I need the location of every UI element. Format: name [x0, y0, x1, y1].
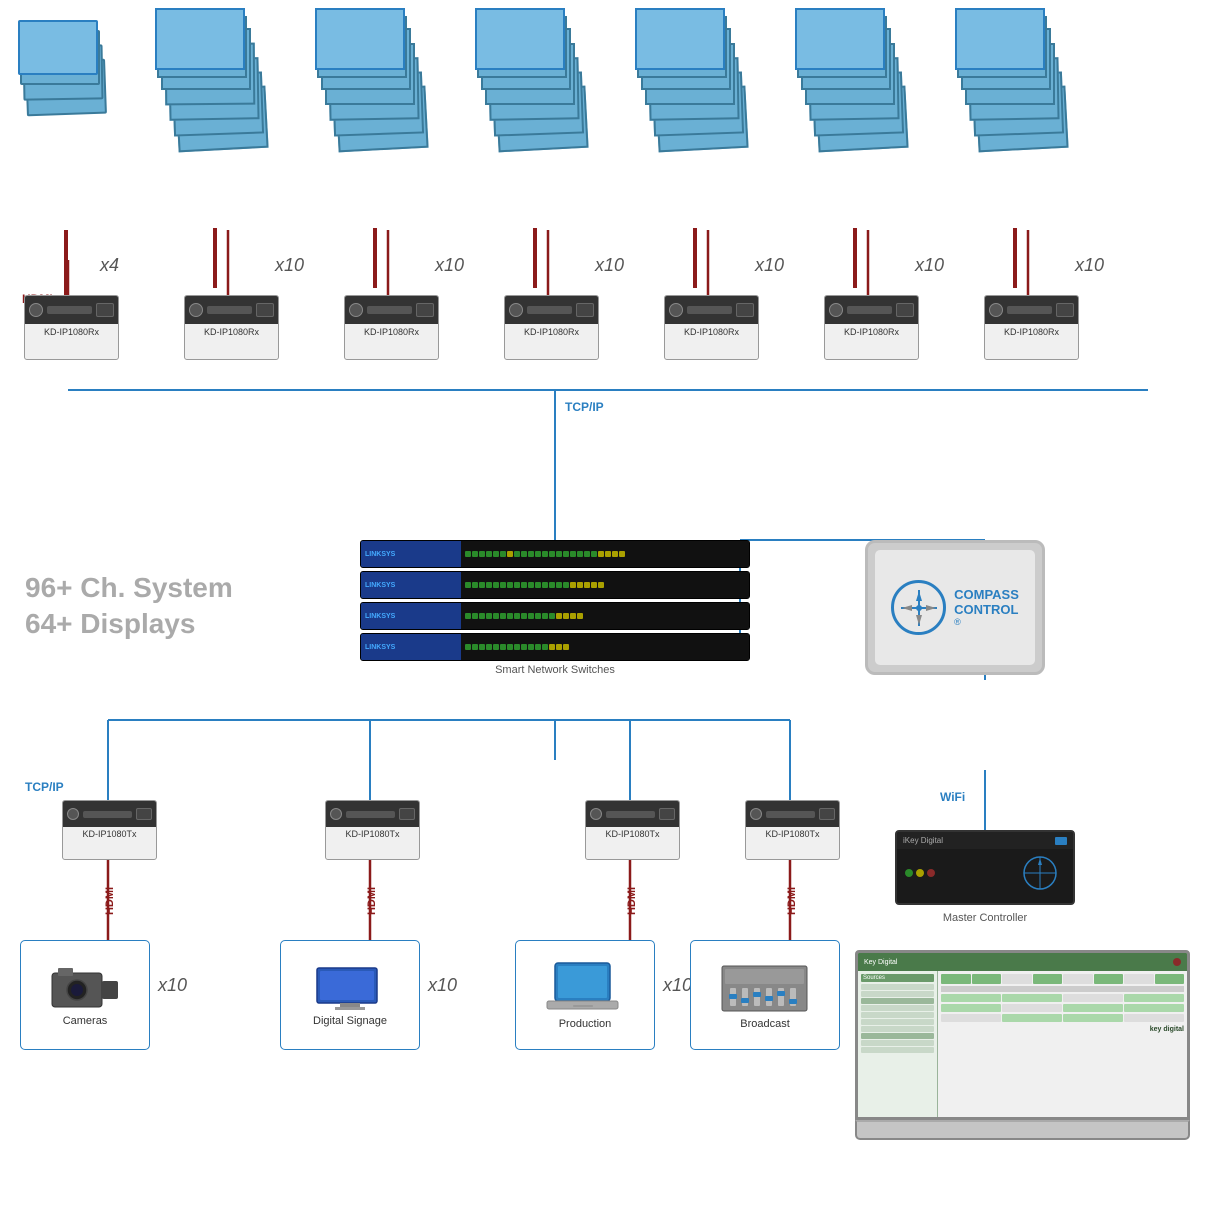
- laptop-display: Key Digital Sources: [855, 950, 1190, 1150]
- tx-box-2: KD-IP1080Tx: [325, 800, 420, 860]
- hdmi-vert-3: HDMI: [626, 887, 638, 915]
- mult-x10-6: x10: [915, 255, 944, 276]
- tx-box-1: KD-IP1080Tx: [62, 800, 157, 860]
- broadcast-icon: [720, 961, 810, 1016]
- monitor-group-3: [315, 8, 435, 288]
- diagram: x4 x10 x10 x10 x10 x10 x10 HDMI KD-IP108…: [0, 0, 1214, 1214]
- network-switches: LINKSYS LINKSYS LINKSYS: [360, 540, 750, 676]
- compass-logo-icon: [899, 588, 939, 628]
- source-digital-signage: Digital Signage: [280, 940, 420, 1050]
- master-controller-label: Master Controller: [895, 912, 1075, 924]
- mult-x10-7: x10: [1075, 255, 1104, 276]
- compass-tablet: COMPASS CONTROL ®: [865, 540, 1045, 675]
- tx-box-4: KD-IP1080Tx: [745, 800, 840, 860]
- monitor-group-2: [155, 8, 275, 288]
- rx-box-7: KD-IP1080Rx: [984, 295, 1079, 360]
- monitor-group-6: [795, 8, 915, 288]
- switch-label: Smart Network Switches: [360, 664, 750, 676]
- mult-x10-4: x10: [595, 255, 624, 276]
- hdmi-vert-1: HDMI: [104, 887, 116, 915]
- source-cameras: Cameras: [20, 940, 150, 1050]
- source-production: Production: [515, 940, 655, 1050]
- monitor-group-4: [475, 8, 595, 288]
- monitor-group-5: [635, 8, 755, 288]
- mult-x4: x4: [100, 255, 119, 276]
- rx-box-2: KD-IP1080Rx: [184, 295, 279, 360]
- wifi-label: WiFi: [940, 790, 965, 804]
- monitor-group-1: [18, 20, 113, 300]
- signage-icon: [315, 963, 385, 1013]
- tcpip-label-bottom: TCP/IP: [25, 780, 64, 794]
- mult-cameras: x10: [158, 975, 187, 996]
- rx-box-5: KD-IP1080Rx: [664, 295, 759, 360]
- laptop-icon: [545, 961, 625, 1016]
- rx-box-4: KD-IP1080Rx: [504, 295, 599, 360]
- mult-x10-2: x10: [275, 255, 304, 276]
- hdmi-vert-4: HDMI: [786, 887, 798, 915]
- system-info: 96+ Ch. System 64+ Displays: [25, 570, 233, 643]
- master-controller: iKey Digital: [895, 830, 1075, 905]
- tx-box-3: KD-IP1080Tx: [585, 800, 680, 860]
- tcpip-label-top: TCP/IP: [565, 400, 604, 414]
- rx-box-3: KD-IP1080Rx: [344, 295, 439, 360]
- camera-icon: [50, 963, 120, 1013]
- mult-x10-5: x10: [755, 255, 784, 276]
- hdmi-vert-2: HDMI: [366, 887, 378, 915]
- rx-box-1: KD-IP1080Rx: [24, 295, 119, 360]
- controller-logo: [1015, 853, 1065, 893]
- monitor-group-7: [955, 8, 1075, 288]
- rx-box-6: KD-IP1080Rx: [824, 295, 919, 360]
- mult-signage: x10: [428, 975, 457, 996]
- mult-production: x10: [663, 975, 692, 996]
- source-broadcast: Broadcast: [690, 940, 840, 1050]
- mult-x10-3: x10: [435, 255, 464, 276]
